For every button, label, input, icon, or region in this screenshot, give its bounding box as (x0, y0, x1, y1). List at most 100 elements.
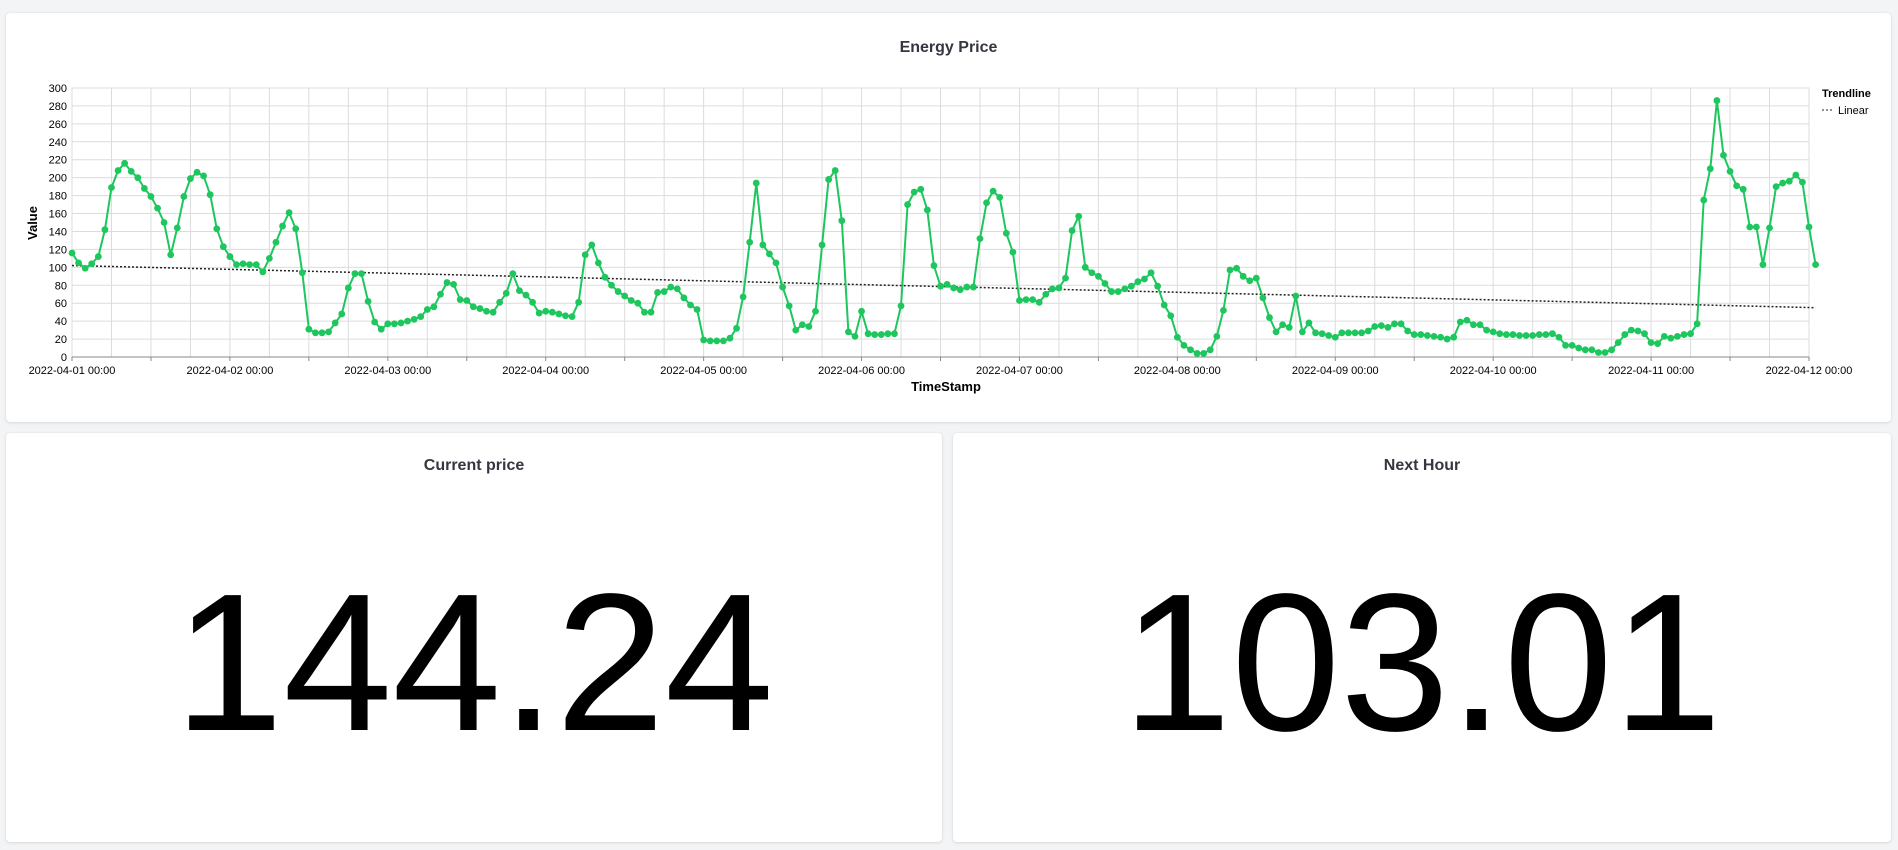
price-data-point[interactable] (94, 253, 102, 260)
price-data-point[interactable] (390, 320, 398, 328)
price-data-point[interactable] (1318, 330, 1326, 338)
price-data-point[interactable] (1608, 346, 1616, 354)
price-data-point[interactable] (1700, 196, 1708, 204)
price-data-point[interactable] (279, 222, 286, 230)
price-data-point[interactable] (943, 280, 951, 288)
price-data-point[interactable] (325, 328, 333, 336)
price-data-point[interactable] (779, 283, 786, 291)
price-data-point[interactable] (331, 319, 339, 327)
price-data-point[interactable] (1048, 285, 1056, 293)
price-data-point[interactable] (627, 297, 635, 304)
price-data-point[interactable] (338, 310, 346, 318)
price-data-point[interactable] (312, 329, 319, 337)
price-data-point[interactable] (1220, 306, 1227, 314)
price-data-point[interactable] (1713, 97, 1721, 104)
price-data-point[interactable] (1489, 328, 1497, 336)
price-data-point[interactable] (1496, 330, 1504, 338)
price-data-point[interactable] (1555, 333, 1563, 341)
price-data-point[interactable] (1101, 280, 1109, 287)
price-data-point[interactable] (114, 167, 122, 174)
price-data-point[interactable] (897, 302, 905, 310)
price-data-point[interactable] (535, 309, 543, 317)
price-data-point[interactable] (206, 191, 214, 199)
price-data-point[interactable] (1345, 329, 1352, 337)
price-data-point[interactable] (101, 226, 109, 234)
price-data-point[interactable] (621, 292, 629, 300)
price-data-point[interactable] (1180, 341, 1188, 349)
price-data-point[interactable] (450, 280, 458, 288)
price-data-point[interactable] (219, 243, 227, 251)
price-data-point[interactable] (1312, 329, 1319, 337)
price-data-point[interactable] (1029, 296, 1037, 304)
price-data-point[interactable] (1206, 346, 1214, 354)
price-data-point[interactable] (134, 174, 142, 182)
price-data-point[interactable] (1298, 328, 1306, 336)
price-data-point[interactable] (489, 308, 497, 316)
price-data-point[interactable] (200, 172, 207, 180)
price-data-point[interactable] (660, 288, 668, 295)
price-data-point[interactable] (430, 303, 438, 311)
price-data-point[interactable] (1772, 183, 1780, 191)
price-data-point[interactable] (1568, 341, 1576, 349)
price-data-point[interactable] (548, 308, 556, 316)
price-data-point[interactable] (785, 302, 793, 310)
price-data-point[interactable] (1581, 346, 1589, 354)
price-data-point[interactable] (858, 307, 865, 315)
price-data-point[interactable] (1470, 321, 1477, 329)
price-data-point[interactable] (1292, 292, 1300, 300)
price-data-point[interactable] (1417, 331, 1425, 338)
price-data-point[interactable] (1035, 298, 1043, 306)
price-data-point[interactable] (272, 238, 280, 246)
price-data-point[interactable] (371, 318, 379, 326)
price-data-point[interactable] (1233, 264, 1240, 272)
price-data-point[interactable] (377, 325, 385, 333)
price-data-point[interactable] (1266, 314, 1273, 321)
price-data-point[interactable] (996, 193, 1004, 201)
price-data-point[interactable] (1325, 332, 1333, 339)
price-data-point[interactable] (1601, 349, 1609, 356)
price-data-point[interactable] (1246, 277, 1254, 285)
price-data-point[interactable] (1627, 326, 1635, 334)
legend-entry-linear[interactable]: Linear (1838, 105, 1869, 117)
price-data-point[interactable] (1016, 297, 1023, 304)
price-data-point[interactable] (410, 315, 418, 323)
price-data-point[interactable] (798, 321, 806, 329)
price-data-point[interactable] (1147, 269, 1155, 277)
price-data-point[interactable] (1358, 329, 1365, 337)
price-data-point[interactable] (1239, 272, 1247, 280)
price-data-point[interactable] (667, 283, 675, 291)
price-data-point[interactable] (140, 185, 148, 192)
price-data-point[interactable] (1404, 327, 1412, 335)
price-data-point[interactable] (298, 269, 306, 277)
price-data-point[interactable] (838, 217, 846, 225)
price-data-point[interactable] (463, 297, 471, 304)
price-data-point[interactable] (108, 184, 115, 191)
price-data-point[interactable] (1173, 333, 1181, 341)
price-data-point[interactable] (358, 270, 365, 278)
price-data-point[interactable] (641, 308, 648, 316)
price-data-point[interactable] (1088, 269, 1096, 277)
price-data-point[interactable] (568, 313, 576, 321)
price-data-point[interactable] (575, 298, 583, 306)
price-data-point[interactable] (1812, 261, 1819, 269)
price-data-point[interactable] (772, 259, 780, 267)
price-data-point[interactable] (746, 238, 754, 246)
price-data-point[interactable] (950, 284, 958, 292)
price-data-point[interactable] (496, 298, 504, 306)
price-data-point[interactable] (877, 331, 885, 338)
price-data-point[interactable] (1305, 319, 1313, 327)
price-data-point[interactable] (239, 260, 247, 268)
price-data-point[interactable] (1259, 294, 1267, 302)
price-data-point[interactable] (1200, 350, 1208, 357)
price-data-point[interactable] (700, 336, 708, 344)
price-data-point[interactable] (121, 159, 129, 167)
price-data-point[interactable] (647, 308, 655, 316)
price-data-point[interactable] (502, 289, 510, 297)
price-data-point[interactable] (1706, 165, 1714, 173)
price-data-point[interactable] (1331, 333, 1339, 341)
price-data-point[interactable] (1667, 334, 1675, 342)
price-data-point[interactable] (601, 273, 609, 281)
price-data-point[interactable] (1641, 330, 1648, 338)
price-data-point[interactable] (1160, 301, 1168, 309)
price-data-point[interactable] (1726, 167, 1734, 175)
